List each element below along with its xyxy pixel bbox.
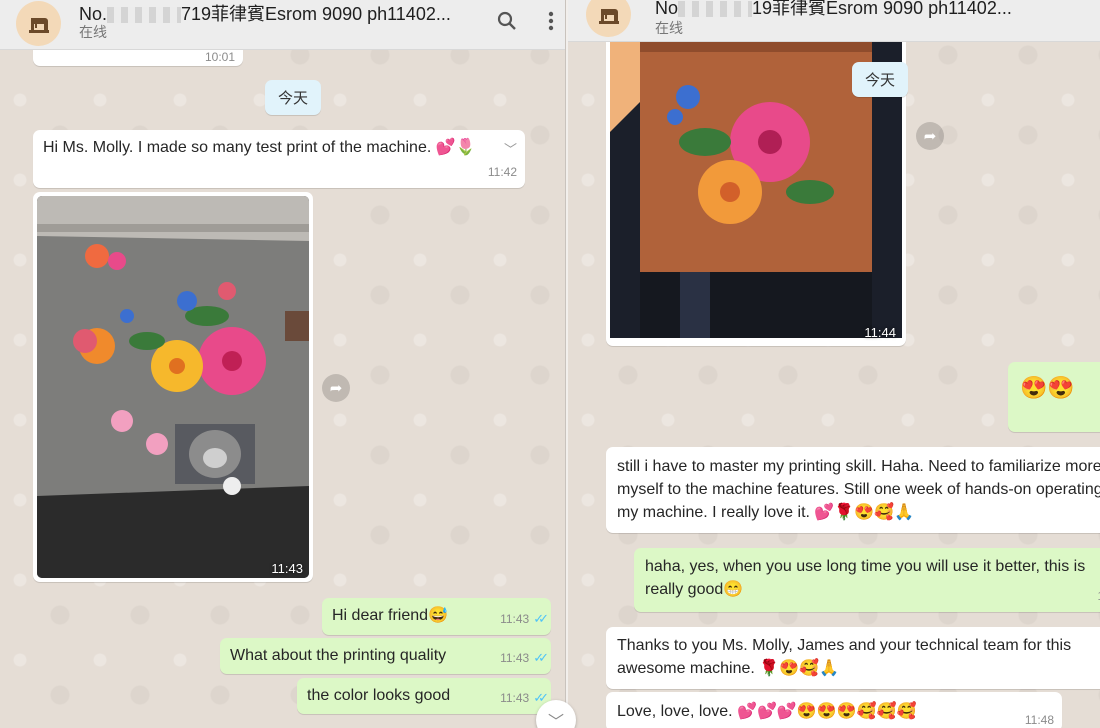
read-receipt-icon: ✓✓ [533,650,549,665]
message-text: haha, yes, when you use long time you wi… [645,558,1086,598]
right-chat-pane: No 19菲律賓Esrom 9090 ph11402... 在线 11:44 今天… [568,0,1100,728]
contact-name[interactable]: No. 719菲律賓Esrom 9090 ph11402... [79,0,451,26]
message-text: Love, love, love. 💕💕💕😍😍😍🥰🥰🥰 [617,703,917,720]
forward-icon[interactable]: ➦ [916,122,944,150]
photo-time: 11:43 [271,561,303,576]
left-chat-pane: No. 719菲律賓Esrom 9090 ph11402... 在线 10:01 … [0,0,565,728]
contact-name[interactable]: No 19菲律賓Esrom 9090 ph11402... [655,0,1012,20]
sewing-machine-icon [28,17,49,33]
message-time: 11:43 ✓✓ [500,650,549,665]
printer-bed-photo [37,196,309,578]
contact-avatar[interactable] [16,1,61,46]
message-text: What about the printing quality [230,647,447,664]
message-bubble-incoming[interactable]: Hi Ms. Molly. I made so many test print … [33,130,525,188]
message-bubble-incoming[interactable]: Thanks to you Ms. Molly, James and your … [606,627,1100,689]
read-receipt-icon: ✓✓ [533,690,549,705]
message-text: Hi dear friend😅 [332,607,448,624]
message-text: the color looks good [307,687,451,704]
message-text: 😍😍 [1020,375,1075,400]
redacted-number [678,1,753,18]
message-bubble-outgoing[interactable]: 😍😍 [1008,362,1100,432]
chat-header[interactable]: No 19菲律賓Esrom 9090 ph11402... 在线 [568,0,1100,42]
message-bubble-incoming[interactable]: Love, love, love. 💕💕💕😍😍😍🥰🥰🥰 11:48 [606,692,1062,728]
photo-time: 11:44 [864,325,896,340]
message-time: 11:43 ✓✓ [500,611,549,626]
message-bubble-incoming[interactable]: still i have to master my printing skill… [606,447,1100,533]
contact-avatar[interactable] [586,0,631,37]
message-bubble-outgoing[interactable]: Hi dear friend😅 11:43 ✓✓ [322,598,551,635]
read-receipt-icon: ✓✓ [533,611,549,626]
message-bubble-outgoing[interactable]: haha, yes, when you use long time you wi… [634,548,1100,612]
chevron-down-icon: ﹀ [547,714,564,728]
message-bubble-outgoing[interactable]: What about the printing quality 11:43 ✓✓ [220,638,551,674]
message-bubble-outgoing[interactable]: the color looks good 11:43 ✓✓ [297,678,551,714]
message-time: 11:48 [1024,713,1054,727]
redacted-number [107,7,182,24]
message-time: 11:42 [487,165,517,179]
chat-header[interactable]: No. 719菲律賓Esrom 9090 ph11402... 在线 [0,0,565,50]
contact-status: 在线 [79,24,107,40]
sewing-machine-icon [598,8,619,24]
chevron-down-icon[interactable]: ﹀ [504,138,517,161]
message-text: still i have to master my printing skill… [617,458,1100,521]
forward-icon[interactable]: ➦ [322,374,350,402]
contact-status: 在线 [655,20,683,36]
search-icon[interactable] [494,8,520,34]
date-divider: 今天 [852,62,909,97]
message-text: Thanks to you Ms. Molly, James and your … [617,637,1072,677]
photo-message[interactable]: 11:43 [33,192,313,582]
date-divider: 今天 [265,80,322,115]
more-vertical-icon[interactable] [538,8,564,34]
message-text: Hi Ms. Molly. I made so many test print … [43,139,476,156]
message-time: 11:43 ✓✓ [500,690,549,705]
